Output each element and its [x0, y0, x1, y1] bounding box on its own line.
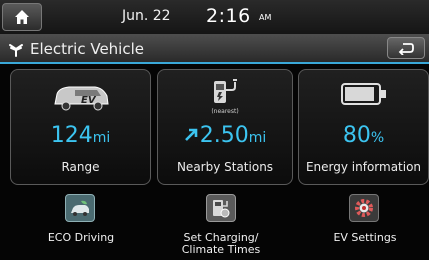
charging-station-icon — [214, 79, 237, 103]
energy-info-card[interactable]: 80% Energy information — [298, 69, 429, 185]
page-title: Electric Vehicle — [30, 40, 144, 58]
back-arrow-icon — [398, 43, 414, 55]
range-card[interactable]: EV 124mi Range — [10, 69, 151, 185]
range-unit: mi — [92, 130, 111, 146]
nearest-caption: (nearest) — [211, 108, 239, 115]
nearby-stations-card[interactable]: (nearest) 2.50mi Nearby Stations — [157, 69, 293, 185]
direction-arrow-icon — [184, 123, 200, 148]
date-text: Jun. 22 — [122, 8, 171, 24]
time-text: 2:16 — [206, 5, 251, 27]
ev-plug-icon — [8, 42, 24, 61]
charging-schedule-icon — [206, 194, 236, 222]
ev-screen: Jun. 22 2:16 AM Electric Vehicle EV 124m… — [0, 0, 429, 260]
battery-value: 80 — [342, 123, 371, 148]
eco-driving-icon — [65, 194, 95, 222]
home-icon — [15, 10, 29, 24]
stations-distance-value: 2.50 — [199, 123, 249, 148]
status-bar: Jun. 22 2:16 AM — [0, 0, 429, 34]
ev-car-icon: EV — [53, 86, 109, 111]
title-bar: Electric Vehicle — [0, 34, 429, 64]
gear-icon — [349, 194, 379, 222]
home-button[interactable] — [2, 3, 42, 31]
energy-info-label: Energy information — [305, 160, 422, 174]
battery-unit: % — [370, 130, 385, 146]
back-button[interactable] — [387, 37, 425, 59]
eco-driving-button[interactable]: ECO Driving — [21, 194, 141, 258]
range-label: Range — [61, 160, 100, 174]
battery-icon — [340, 83, 386, 105]
stations-distance-unit: mi — [248, 130, 267, 146]
set-charging-climate-button[interactable]: Set Charging/ Climate Times — [158, 194, 284, 258]
range-value: 124 — [50, 123, 93, 148]
ev-settings-button[interactable]: EV Settings — [305, 194, 425, 258]
ampm-text: AM — [259, 13, 272, 22]
nearby-stations-label: Nearby Stations — [176, 160, 274, 174]
eco-driving-label: ECO Driving — [47, 231, 115, 244]
ev-settings-label: EV Settings — [333, 231, 397, 244]
set-charging-climate-label: Set Charging/ Climate Times — [181, 231, 261, 256]
